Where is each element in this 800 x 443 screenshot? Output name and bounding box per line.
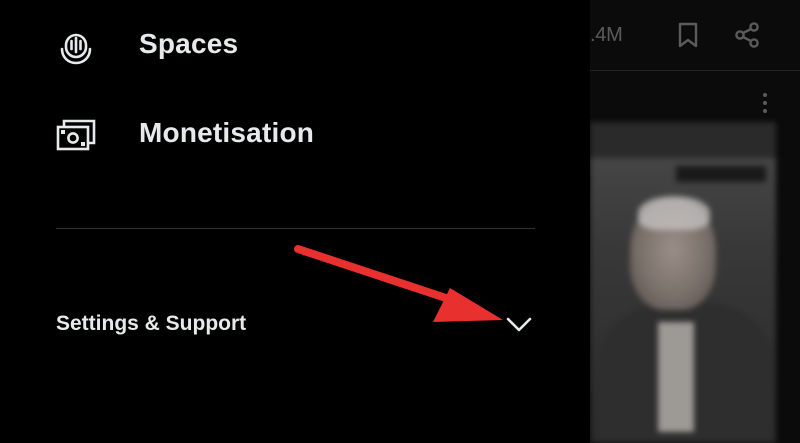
settings-support-toggle[interactable]: Settings & Support — [0, 296, 590, 352]
chevron-down-icon[interactable] — [504, 312, 534, 336]
post-actions-row: .4M — [590, 0, 800, 71]
media-top-area — [590, 122, 776, 158]
drawer-item-spaces[interactable]: Spaces — [0, 10, 590, 80]
drawer-item-label: Spaces — [139, 28, 239, 59]
spaces-microphone-icon — [60, 33, 92, 65]
media-person-shirt — [658, 322, 694, 432]
more-vertical-icon[interactable] — [760, 92, 770, 114]
drawer-item-monetisation[interactable]: Monetisation — [0, 100, 590, 170]
background-feed: .4M — [590, 0, 800, 443]
share-icon[interactable] — [734, 22, 760, 48]
views-count: .4M — [590, 24, 623, 46]
app-screen: .4M Spaces Monetisation Settings & Suppo… — [0, 0, 800, 443]
media-strip — [676, 166, 766, 182]
drawer-item-label: Monetisation — [139, 117, 315, 148]
drawer-divider — [56, 228, 535, 229]
media-person-hair — [638, 196, 710, 230]
bookmark-icon[interactable] — [676, 22, 700, 48]
settings-support-label: Settings & Support — [56, 312, 247, 335]
side-drawer: Spaces Monetisation Settings & Support — [0, 0, 590, 443]
post-media-thumbnail[interactable] — [590, 122, 776, 443]
money-icon — [56, 119, 96, 151]
